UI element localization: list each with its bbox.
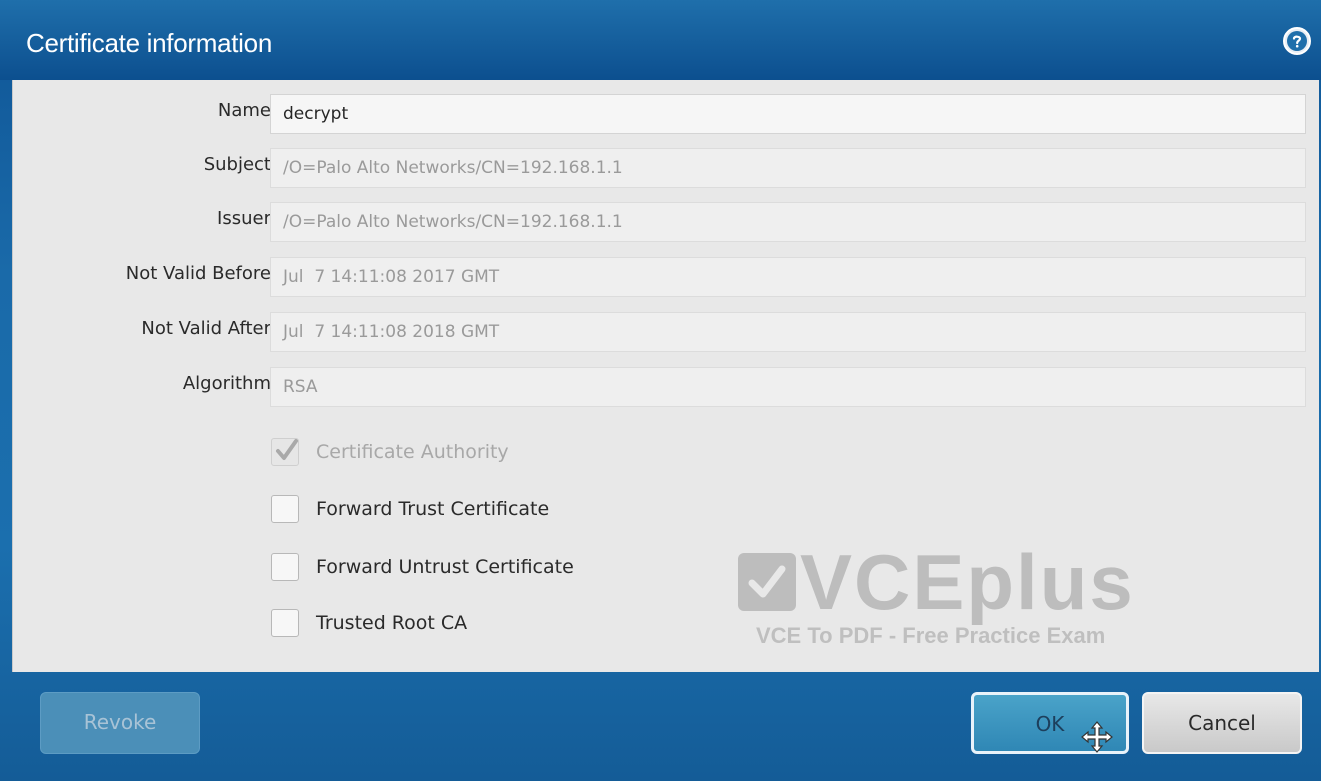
watermark: VCEplus VCE To PDF - Free Practice Exam bbox=[732, 538, 1202, 660]
field-row-not-valid-after: Not Valid After Jul 7 14:11:08 2018 GMT bbox=[13, 306, 1319, 352]
issuer-field: /O=Palo Alto Networks/CN=192.168.1.1 bbox=[270, 202, 1306, 242]
not-valid-before-value: Jul 7 14:11:08 2017 GMT bbox=[283, 267, 500, 287]
algorithm-value: RSA bbox=[283, 377, 318, 397]
forward-untrust-checkbox[interactable] bbox=[271, 553, 299, 581]
watermark-subtitle: VCE To PDF - Free Practice Exam bbox=[756, 623, 1106, 648]
field-row-algorithm: Algorithm RSA bbox=[13, 361, 1319, 407]
not-valid-after-label: Not Valid After bbox=[141, 318, 271, 339]
help-icon[interactable] bbox=[1283, 27, 1311, 55]
cancel-button[interactable]: Cancel bbox=[1142, 692, 1302, 754]
algorithm-label: Algorithm bbox=[182, 373, 271, 394]
name-label: Name bbox=[217, 100, 271, 121]
subject-field: /O=Palo Alto Networks/CN=192.168.1.1 bbox=[270, 148, 1306, 188]
algorithm-field: RSA bbox=[270, 367, 1306, 407]
move-cursor-icon bbox=[1080, 720, 1114, 758]
watermark-brand: VCEplus bbox=[800, 538, 1135, 626]
not-valid-after-field: Jul 7 14:11:08 2018 GMT bbox=[270, 312, 1306, 352]
trusted-root-ca-checkbox[interactable] bbox=[271, 609, 299, 637]
trusted-root-ca-label[interactable]: Trusted Root CA bbox=[316, 605, 467, 641]
subject-value: /O=Palo Alto Networks/CN=192.168.1.1 bbox=[283, 158, 623, 178]
subject-label: Subject bbox=[203, 154, 271, 175]
forward-untrust-label[interactable]: Forward Untrust Certificate bbox=[316, 549, 574, 585]
name-input[interactable]: decrypt bbox=[270, 94, 1306, 134]
certificate-authority-checkbox bbox=[271, 438, 299, 466]
not-valid-before-field: Jul 7 14:11:08 2017 GMT bbox=[270, 257, 1306, 297]
certificate-dialog: Certificate information Name decrypt Sub… bbox=[0, 0, 1321, 781]
watermark-check-icon bbox=[738, 553, 796, 611]
forward-untrust-option: Forward Untrust Certificate bbox=[271, 549, 771, 589]
trusted-root-ca-option: Trusted Root CA bbox=[271, 605, 771, 645]
field-row-issuer: Issuer /O=Palo Alto Networks/CN=192.168.… bbox=[13, 196, 1319, 242]
revoke-button[interactable]: Revoke bbox=[40, 692, 200, 754]
name-value: decrypt bbox=[283, 104, 349, 124]
issuer-value: /O=Palo Alto Networks/CN=192.168.1.1 bbox=[283, 212, 623, 232]
field-row-not-valid-before: Not Valid Before Jul 7 14:11:08 2017 GMT bbox=[13, 251, 1319, 297]
forward-trust-checkbox[interactable] bbox=[271, 495, 299, 523]
certificate-authority-label: Certificate Authority bbox=[316, 441, 509, 463]
forward-trust-option: Forward Trust Certificate bbox=[271, 491, 771, 531]
not-valid-before-label: Not Valid Before bbox=[125, 263, 271, 284]
field-row-name: Name decrypt bbox=[13, 88, 1319, 134]
issuer-label: Issuer bbox=[217, 208, 271, 229]
not-valid-after-value: Jul 7 14:11:08 2018 GMT bbox=[283, 322, 500, 342]
dialog-title: Certificate information bbox=[26, 28, 272, 58]
dialog-titlebar: Certificate information bbox=[0, 0, 1321, 80]
field-row-subject: Subject /O=Palo Alto Networks/CN=192.168… bbox=[13, 142, 1319, 188]
forward-trust-label[interactable]: Forward Trust Certificate bbox=[316, 491, 549, 527]
certificate-authority-option: Certificate Authority bbox=[271, 434, 771, 474]
